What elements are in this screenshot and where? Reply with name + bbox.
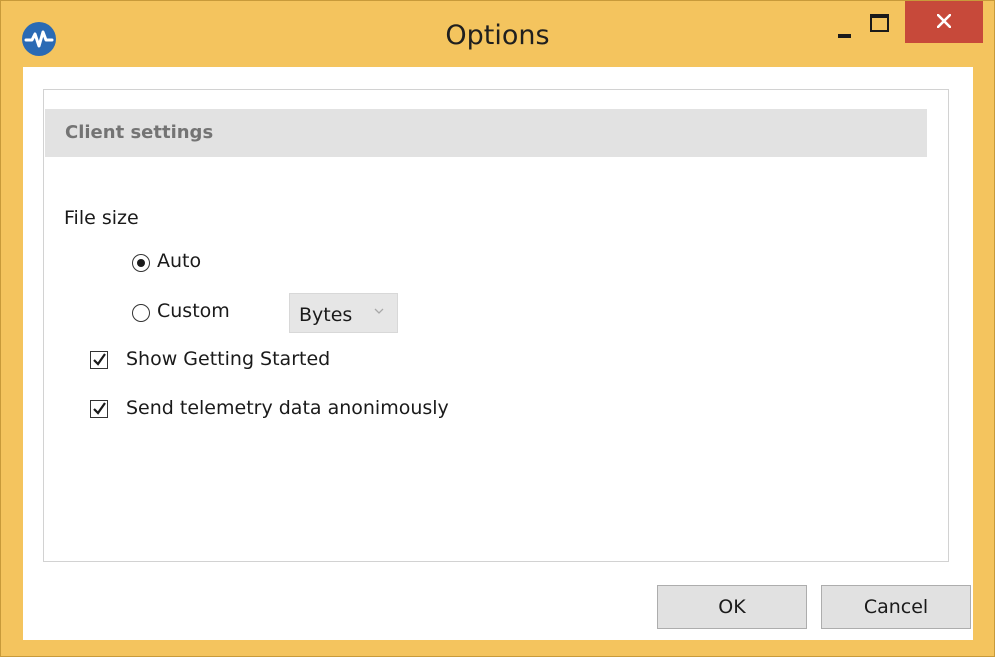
settings-panel	[43, 89, 949, 562]
options-window: Options Client settings File size Auto C…	[0, 0, 995, 657]
show-getting-started-label[interactable]: Show Getting Started	[126, 348, 330, 370]
dialog-content: Client settings File size Auto Custom By…	[23, 67, 973, 640]
maximize-button[interactable]	[859, 1, 905, 43]
file-size-label: File size	[64, 207, 139, 229]
unit-select-value: Bytes	[299, 304, 353, 326]
cancel-button[interactable]: Cancel	[821, 585, 971, 629]
section-header-client-settings: Client settings	[45, 109, 927, 157]
chevron-down-icon	[374, 308, 384, 314]
maximize-icon	[870, 14, 889, 32]
radio-custom-label[interactable]: Custom	[157, 300, 230, 322]
send-telemetry-label[interactable]: Send telemetry data anonimously	[126, 397, 449, 419]
radio-custom[interactable]	[132, 304, 150, 322]
radio-auto-label[interactable]: Auto	[157, 250, 201, 272]
close-icon	[937, 14, 951, 28]
unit-select[interactable]: Bytes	[289, 293, 398, 333]
ok-button[interactable]: OK	[657, 585, 807, 629]
minimize-icon	[838, 34, 851, 38]
checkmark-icon	[93, 402, 106, 415]
radio-auto[interactable]	[132, 254, 150, 272]
send-telemetry-checkbox[interactable]	[90, 400, 108, 418]
section-header-label: Client settings	[65, 122, 214, 143]
close-button[interactable]	[905, 1, 983, 43]
show-getting-started-checkbox[interactable]	[90, 351, 108, 369]
checkmark-icon	[93, 353, 106, 366]
